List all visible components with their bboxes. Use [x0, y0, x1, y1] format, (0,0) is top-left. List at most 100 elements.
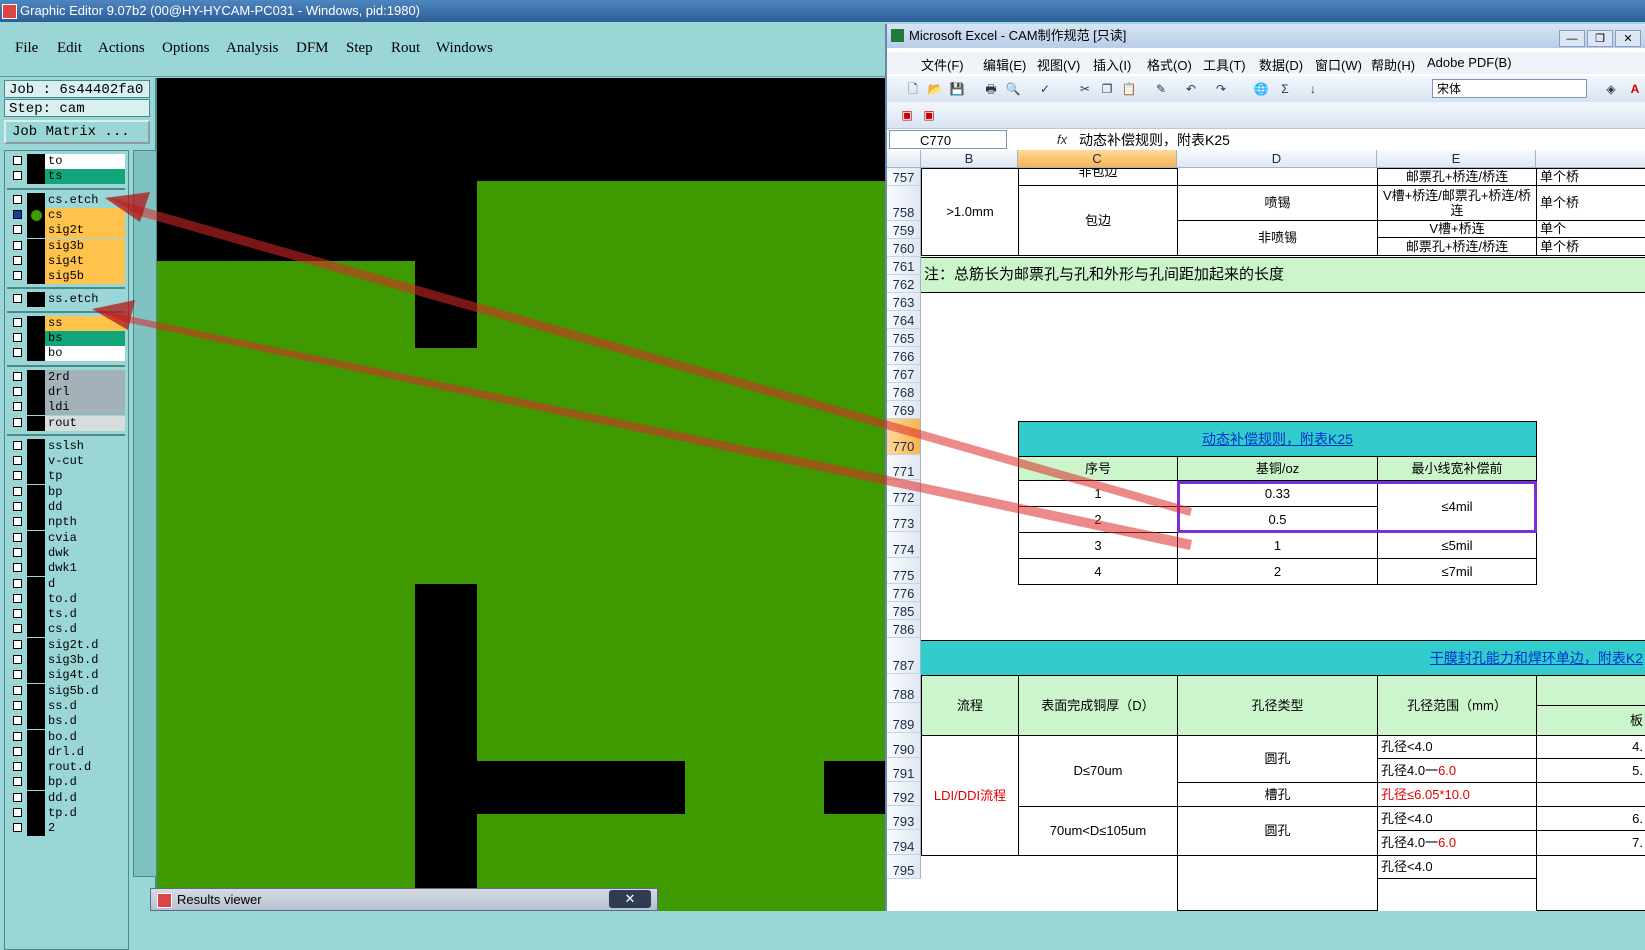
- cell-range-794[interactable]: 孔径4.0一 6.0: [1377, 830, 1537, 856]
- cell-slot-hole[interactable]: 槽孔: [1177, 782, 1378, 807]
- font-name-select[interactable]: 宋体: [1432, 79, 1587, 98]
- layer-name[interactable]: bp.d: [45, 775, 125, 791]
- layer-row-rout-d[interactable]: rout.d: [7, 760, 125, 776]
- k25-r3-index[interactable]: 3: [1018, 532, 1178, 559]
- layer-checkbox[interactable]: [13, 563, 22, 573]
- layer-name[interactable]: sig3b: [45, 238, 125, 254]
- layer-name[interactable]: d: [45, 576, 125, 592]
- cell-f792[interactable]: [1536, 782, 1645, 807]
- layer-row-ss-etch[interactable]: ss.etch: [7, 292, 125, 308]
- layer-name[interactable]: bs: [45, 331, 125, 346]
- layer-checkbox[interactable]: [13, 624, 22, 634]
- layer-row-ldi[interactable]: ldi: [7, 400, 125, 416]
- hyperlink-icon[interactable]: 🌐: [1253, 81, 1269, 97]
- row-header-792[interactable]: 792: [887, 782, 921, 806]
- layer-name[interactable]: npth: [45, 515, 125, 531]
- print-icon[interactable]: 🖶: [983, 81, 999, 97]
- layer-name[interactable]: tp: [45, 469, 125, 485]
- layer-checkbox[interactable]: [13, 271, 22, 281]
- menu-analysis[interactable]: Analysis: [226, 40, 279, 57]
- layer-row-drl[interactable]: drl: [7, 384, 125, 400]
- cut-icon[interactable]: ✂: [1077, 81, 1093, 97]
- layer-swatch[interactable]: [27, 415, 45, 431]
- close-button[interactable]: ✕: [1615, 30, 1641, 47]
- layer-row-drl-d[interactable]: drl.d: [7, 744, 125, 760]
- layer-name[interactable]: cs.etch: [45, 192, 125, 208]
- layer-name[interactable]: tp.d: [45, 806, 125, 821]
- spelling-icon[interactable]: ✓: [1037, 81, 1053, 97]
- xl-menu-help[interactable]: 帮助(H): [1371, 55, 1415, 74]
- layer-name[interactable]: sig3b.d: [45, 653, 125, 668]
- xl-menu-format[interactable]: 格式(O): [1147, 55, 1192, 74]
- layer-swatch[interactable]: [27, 223, 45, 239]
- layer-checkbox[interactable]: [13, 746, 22, 756]
- cell-thickness-1[interactable]: D≤70um: [1018, 735, 1178, 807]
- layer-swatch[interactable]: [27, 207, 45, 223]
- layer-name[interactable]: sig4t.d: [45, 668, 125, 684]
- menu-rout[interactable]: Rout: [391, 40, 420, 57]
- layer-name[interactable]: ss: [45, 315, 125, 331]
- row-header-791[interactable]: 791: [887, 758, 921, 782]
- row-header-774[interactable]: 774: [887, 532, 921, 558]
- cell-range-792[interactable]: 孔径≤6.05*10.0: [1377, 782, 1537, 807]
- cell-f759[interactable]: 单个: [1536, 220, 1645, 238]
- layer-checkbox[interactable]: [13, 402, 22, 412]
- row-header-766[interactable]: 766: [887, 347, 921, 365]
- k25-header-min-width[interactable]: 最小线宽补偿前: [1377, 456, 1537, 481]
- layer-checkbox[interactable]: [13, 685, 22, 695]
- layer-row-ss[interactable]: ss: [7, 315, 125, 331]
- spreadsheet-grid[interactable]: B C D E 757 758 759 760 761 762 763 764 765 766 76…: [887, 150, 1645, 911]
- layer-row-tp-d[interactable]: tp.d: [7, 806, 125, 821]
- menu-step[interactable]: Step: [346, 40, 373, 57]
- layer-row-to[interactable]: to: [7, 154, 125, 169]
- layer-name[interactable]: sig2t: [45, 223, 125, 239]
- layer-checkbox[interactable]: [13, 386, 22, 396]
- layer-checkbox[interactable]: [13, 792, 22, 802]
- layer-swatch[interactable]: [27, 192, 45, 208]
- pdf-mail-icon[interactable]: ▣: [921, 107, 937, 123]
- cell-f758[interactable]: 单个桥: [1536, 185, 1645, 221]
- layer-checkbox[interactable]: [13, 348, 22, 358]
- layer-swatch[interactable]: [27, 515, 45, 531]
- layer-name[interactable]: drl: [45, 384, 125, 400]
- row-header-793[interactable]: 793: [887, 806, 921, 830]
- layer-swatch[interactable]: [27, 576, 45, 592]
- layer-name[interactable]: dwk1: [45, 561, 125, 577]
- column-header-f[interactable]: [1536, 150, 1645, 168]
- cell-thickness-2[interactable]: 70um<D≤105um: [1018, 806, 1178, 856]
- font-color-icon[interactable]: A: [1627, 81, 1643, 97]
- row-header-794[interactable]: 794: [887, 830, 921, 855]
- layer-swatch[interactable]: [27, 775, 45, 791]
- cell-range-793[interactable]: 孔径<4.0: [1377, 806, 1537, 831]
- xl-menu-data[interactable]: 数据(D): [1259, 55, 1303, 74]
- job-matrix-button[interactable]: Job Matrix ...: [4, 120, 150, 144]
- layer-row-to-d[interactable]: to.d: [7, 591, 125, 607]
- cell-e759[interactable]: V槽+桥连: [1377, 220, 1537, 238]
- layer-swatch[interactable]: [27, 790, 45, 806]
- cell-f760[interactable]: 单个桥: [1536, 237, 1645, 256]
- menu-actions[interactable]: Actions: [98, 40, 145, 57]
- restore-button[interactable]: ❐: [1587, 30, 1613, 47]
- xl-menu-window[interactable]: 窗口(W): [1315, 55, 1362, 74]
- layer-row-2rd[interactable]: 2rd: [7, 369, 125, 385]
- layer-checkbox[interactable]: [13, 255, 22, 265]
- cell-round-hole-3[interactable]: [1177, 855, 1378, 911]
- cell-range-795[interactable]: 孔径<4.0: [1377, 855, 1537, 879]
- layer-row-2[interactable]: 2: [7, 821, 125, 837]
- layer-checkbox[interactable]: [13, 808, 22, 817]
- cell-round-hole-2[interactable]: 圆孔: [1177, 806, 1378, 856]
- layer-swatch[interactable]: [27, 238, 45, 254]
- k25-r4-min-width[interactable]: ≤7mil: [1377, 558, 1537, 585]
- layer-name[interactable]: sig2t.d: [45, 637, 125, 653]
- row-header-787[interactable]: 787: [887, 638, 921, 674]
- layer-name[interactable]: v-cut: [45, 454, 125, 470]
- layer-checkbox[interactable]: [13, 317, 22, 327]
- note-cell[interactable]: 注：总筋长为邮票孔与孔和外形与孔间距加起来的长度: [921, 257, 1645, 293]
- layer-checkbox[interactable]: [13, 609, 22, 619]
- layer-name[interactable]: sig5b: [45, 269, 125, 285]
- layer-swatch[interactable]: [27, 454, 45, 470]
- k25-title-link[interactable]: 动态补偿规则，附表K25: [1202, 432, 1353, 446]
- excel-window[interactable]: Microsoft Excel - CAM制作规范 [只读] — ❐ ✕ 文件(F)…: [885, 24, 1645, 911]
- row-header-769[interactable]: 769: [887, 401, 921, 419]
- layer-checkbox[interactable]: [13, 578, 22, 588]
